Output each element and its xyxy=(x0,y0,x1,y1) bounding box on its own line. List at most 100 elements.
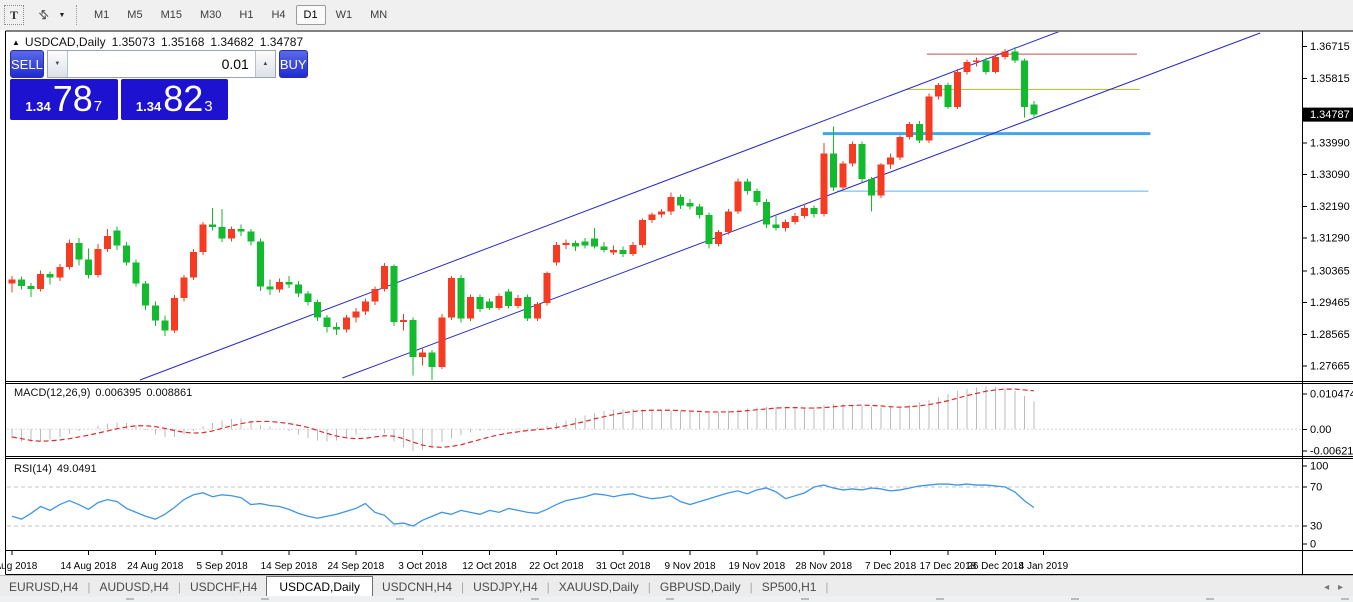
bear-candle xyxy=(27,286,35,290)
bear-candle xyxy=(686,203,694,207)
bull-candle xyxy=(37,273,45,290)
timeframe-h4[interactable]: H4 xyxy=(263,5,293,25)
top-toolbar: T ⇵ ▼ M1 M5 M15 M30 H1 H4 D1 W1 MN xyxy=(0,0,1353,31)
date-axis-label: 4 Jan 2019 xyxy=(1019,561,1069,572)
text-tool-icon: T xyxy=(9,7,18,22)
bear-candle xyxy=(256,241,264,287)
volume-increase-button[interactable]: ▲ xyxy=(254,51,275,77)
timeframe-mn[interactable]: MN xyxy=(362,5,395,25)
macd-axis-label: 0.00 xyxy=(1310,424,1331,436)
svg-text:1.34787: 1.34787 xyxy=(1310,109,1350,121)
tab-sp500-h1[interactable]: SP500,H1 xyxy=(753,577,826,597)
volume-decrease-button[interactable]: ▼ xyxy=(47,51,68,77)
tab-separator: | xyxy=(825,580,829,594)
bull-candle xyxy=(992,56,1000,72)
volume-input[interactable] xyxy=(67,51,255,77)
tab-scroll-right-icon[interactable]: ▸ xyxy=(1338,582,1343,593)
bear-candle xyxy=(810,207,818,214)
date-axis-label: 12 Oct 2018 xyxy=(462,561,517,572)
bear-candle xyxy=(409,319,417,358)
timeframe-d1[interactable]: D1 xyxy=(295,5,326,25)
order-tool-button[interactable]: ⇵ xyxy=(32,6,56,24)
bear-candle xyxy=(218,227,226,239)
tab-xauusd-daily[interactable]: XAUUSD,Daily xyxy=(550,577,648,597)
bear-candle xyxy=(476,297,484,310)
order-tool-dropdown[interactable]: ▼ xyxy=(56,6,66,24)
tab-eurusd-h4[interactable]: EURUSD,H4 xyxy=(0,577,87,597)
date-axis-label: 24 Aug 2018 xyxy=(127,561,184,572)
tab-usdcad-daily[interactable]: USDCAD,Daily xyxy=(266,576,373,597)
buy-price-display[interactable]: 1.34 82 3 xyxy=(120,79,228,120)
bear-candle xyxy=(858,143,866,180)
bear-candle xyxy=(486,301,493,308)
one-click-trading-panel: SELL ▼ ▲ BUY 1.34 78 7 1.34 xyxy=(10,50,308,120)
ohlc-high: 1.35168 xyxy=(161,35,205,49)
bull-candle xyxy=(170,297,178,331)
bull-candle xyxy=(734,181,742,212)
bull-candle xyxy=(438,317,446,367)
symbol-marker-icon: ▲ xyxy=(12,38,20,47)
timeframe-m5[interactable]: M5 xyxy=(119,5,150,25)
chart-tab-bar: EURUSD,H4 | AUDUSD,H4 | USDCHF,H4 USDCAD,D… xyxy=(0,575,1353,597)
text-tool-button[interactable]: T xyxy=(4,5,24,25)
bear-candle xyxy=(524,297,532,319)
bear-candle xyxy=(982,60,990,72)
macd-signal-value: 0.008861 xyxy=(146,387,193,399)
bear-candle xyxy=(142,283,150,306)
chevron-down-icon: ▼ xyxy=(58,11,66,19)
bear-candle xyxy=(505,291,513,306)
bear-candle xyxy=(247,231,255,242)
tab-usdchf-h4[interactable]: USDCHF,H4 xyxy=(181,577,266,597)
timeframe-w1[interactable]: W1 xyxy=(328,5,361,25)
timeframe-m15[interactable]: M15 xyxy=(153,5,190,25)
bull-candle xyxy=(638,220,646,245)
bear-candle xyxy=(772,224,780,228)
sell-price-prefix: 1.34 xyxy=(25,99,51,114)
timeframe-m1[interactable]: M1 xyxy=(86,5,117,25)
sell-price-display[interactable]: 1.34 78 7 xyxy=(10,79,118,120)
bull-candle xyxy=(552,244,560,263)
tab-gbpusd-daily[interactable]: GBPUSD,Daily xyxy=(651,577,750,597)
price-axis-label: 1.27665 xyxy=(1310,361,1350,373)
price-axis-label: 1.28565 xyxy=(1310,329,1350,341)
bear-candle xyxy=(84,259,92,275)
bull-candle xyxy=(925,96,933,141)
tab-audusd-h4[interactable]: AUDUSD,H4 xyxy=(90,577,177,597)
date-axis-label: 2 Aug 2018 xyxy=(0,561,38,572)
price-axis-label: 1.33990 xyxy=(1310,137,1350,149)
timeframe-h1[interactable]: H1 xyxy=(231,5,261,25)
price-axis-label: 1.36715 xyxy=(1310,41,1350,53)
bull-candle xyxy=(877,164,885,196)
chevron-down-icon: ▼ xyxy=(54,61,61,67)
rsi-axis-label: 70 xyxy=(1310,482,1322,494)
bear-candle xyxy=(829,153,837,188)
bull-candle xyxy=(371,289,379,302)
bear-candle xyxy=(457,278,465,319)
bear-candle xyxy=(581,241,589,246)
bull-candle xyxy=(352,311,360,318)
bull-candle xyxy=(419,352,427,358)
sell-price-big: 78 xyxy=(52,78,93,119)
bear-candle xyxy=(571,242,579,247)
chevron-up-icon: ▲ xyxy=(262,61,269,67)
bull-candle xyxy=(514,297,522,306)
date-axis-label: 3 Oct 2018 xyxy=(398,561,447,572)
tab-scroll-left-icon[interactable]: ◂ xyxy=(1324,582,1329,593)
sell-button[interactable]: SELL xyxy=(10,50,44,78)
bear-candle xyxy=(677,197,684,206)
tab-usdjpy-h4[interactable]: USDJPY,H4 xyxy=(464,577,546,597)
buy-price-sup: 3 xyxy=(204,98,213,115)
bull-candle xyxy=(495,296,503,308)
buy-button[interactable]: BUY xyxy=(278,50,308,78)
toolbar-separator xyxy=(76,5,77,25)
bull-candle xyxy=(801,207,809,216)
bear-candle xyxy=(161,320,169,331)
tab-usdcnh-h4[interactable]: USDCNH,H4 xyxy=(373,577,461,597)
bear-candle xyxy=(1030,104,1038,115)
date-axis-label: 14 Aug 2018 xyxy=(60,561,117,572)
price-axis-label: 1.32190 xyxy=(1310,201,1350,213)
date-axis-label: 24 Sep 2018 xyxy=(327,561,384,572)
bull-candle xyxy=(657,211,665,215)
buy-button-label: BUY xyxy=(279,56,307,72)
timeframe-m30[interactable]: M30 xyxy=(192,5,229,25)
